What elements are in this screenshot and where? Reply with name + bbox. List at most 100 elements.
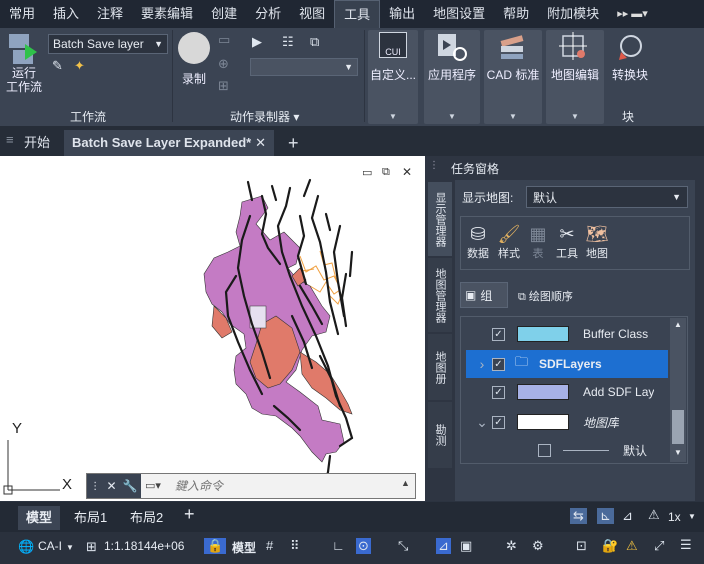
workspace-icon[interactable]: ⊡ [576,538,587,554]
layer-row[interactable]: ⌄ ✓ 地图库 [466,408,668,436]
chevron-down-icon[interactable]: ▼ [448,112,456,121]
command-history-icon[interactable]: ▭▾ [145,479,161,492]
drawing-canvas[interactable]: Y X ▭ ⧉ ✕ [0,156,425,501]
expand-toggle-icon[interactable]: ⌄ [472,414,492,431]
chevron-up-icon[interactable]: ▲ [674,320,682,329]
map-button[interactable]: 🗺 地图 [584,224,610,261]
chevron-down-icon[interactable]: ▼ [688,512,696,521]
menu-view[interactable]: 视图 [290,0,334,28]
osnap-tracking-icon[interactable]: ⤡ [398,538,408,554]
customize-button[interactable]: CUI 自定义... [368,32,418,83]
restore-icon[interactable]: ⧉ [382,166,390,179]
record-button[interactable]: 录制 [176,32,212,87]
show-map-select[interactable]: 默认 ▼ [526,186,688,208]
menu-home[interactable]: 常用 [0,0,44,28]
annotation-visibility-icon[interactable]: ⇆ [570,508,587,524]
menu-map-setup[interactable]: 地图设置 [424,0,494,28]
polar-icon[interactable]: ⊙ [356,538,371,554]
manager-icon[interactable]: ⧉ [310,34,319,50]
ortho-icon[interactable]: ∟ [332,538,345,553]
tab-layout1[interactable]: 布局1 [66,506,115,530]
layer-row[interactable]: 默认 [466,436,668,464]
gear-icon[interactable]: ⚙ [532,538,544,554]
customize-menu-icon[interactable]: ☰ [680,537,692,553]
tab-display-manager[interactable]: 显示管理器 [428,182,452,256]
chevron-up-icon[interactable]: ▲ [401,478,410,488]
layer-visibility-checkbox[interactable] [538,443,551,457]
map-edit-button[interactable]: 地图编辑 [546,32,604,83]
tab-map-explorer[interactable]: 地图管理器 [428,258,452,332]
object-snap-icon[interactable]: ⊿ [436,538,451,554]
cad-standards-button[interactable]: CAD 标准 [484,32,542,83]
menu-annotate[interactable]: 注释 [88,0,132,28]
data-button[interactable]: ⛁ 数据 [465,224,491,261]
warning-icon[interactable]: ⚠ [648,507,660,523]
lock-ui-icon[interactable]: 🔐 [602,538,618,554]
minimize-icon[interactable]: ▭ [362,166,372,179]
new-workflow-icon[interactable]: ✦ [74,58,85,74]
style-button[interactable]: 🖌 样式 [496,224,522,261]
expand-toggle-icon[interactable]: › [472,356,492,372]
menu-create[interactable]: 创建 [202,0,246,28]
tools-button[interactable]: ✂ 工具 [554,224,580,261]
menu-insert[interactable]: 插入 [44,0,88,28]
coordinate-system[interactable]: CA-I [38,539,62,553]
close-viewport-icon[interactable]: ✕ [402,165,412,179]
chevron-down-icon[interactable]: ▼ [389,112,397,121]
snap-icon[interactable]: ⠿ [290,538,300,554]
model-space-label[interactable]: 模型 [232,539,256,556]
menu-feature-edit[interactable]: 要素编辑 [132,0,202,28]
menu-overflow-button[interactable]: ▸▸ ▬▾ [608,0,648,28]
layer-row[interactable]: ✓ Buffer Class [466,320,668,348]
tab-model[interactable]: 模型 [18,506,61,530]
layer-row[interactable]: ✓ Add SDF Lay [466,378,668,406]
group-button[interactable]: ▣ 组 [460,282,508,308]
close-icon[interactable]: ✕ [255,130,266,156]
layer-visibility-checkbox[interactable]: ✓ [492,327,505,341]
lock-icon[interactable]: 🔒 [204,538,227,554]
menu-addins[interactable]: 附加模块 [538,0,608,28]
fullscreen-icon[interactable]: ⤢ [654,538,664,554]
command-input[interactable] [175,476,395,496]
close-icon[interactable]: ✕ [106,479,116,493]
chevron-down-icon[interactable]: ▼ [674,448,682,457]
play-icon[interactable]: ▶ [252,34,262,50]
layer-visibility-checkbox[interactable]: ✓ [492,415,505,429]
layer-tree-scrollbar[interactable]: ▲ ▼ [670,318,686,462]
draw-order-button[interactable]: ⧉ 绘图顺序 [518,288,573,304]
workflow-select[interactable]: Batch Save layer ▼ [48,34,168,54]
grip-icon[interactable]: ⋮ [90,481,100,492]
grip-icon[interactable]: ⋮ [429,160,439,171]
tab-survey[interactable]: 勘测 [428,402,452,468]
new-tab-button[interactable]: + [280,130,307,156]
action-recorder-group-label[interactable]: 动作录制器 ▾ [230,108,299,125]
applications-button[interactable]: 应用程序 [424,32,480,83]
layer-visibility-checkbox[interactable]: ✓ [492,357,505,371]
menu-help[interactable]: 帮助 [494,0,538,28]
selection-cycling-icon[interactable]: ▣ [460,538,472,554]
warning-icon[interactable]: ⚠ [626,538,638,554]
tab-layout2[interactable]: 布局2 [122,506,171,530]
annotation-scale-icon[interactable]: ⊿ [622,508,633,524]
preference-icon[interactable]: ☷ [282,34,294,50]
tab-start[interactable]: 开始 [16,130,58,156]
menu-analyze[interactable]: 分析 [246,0,290,28]
scale-value[interactable]: 1:1.18144e+06 [104,539,184,553]
menu-output[interactable]: 输出 [380,0,424,28]
tab-menu-icon[interactable]: ≡ [6,132,14,147]
convert-block-button[interactable]: 转换块 [608,32,652,83]
grid-icon[interactable]: # [266,538,273,553]
layer-row[interactable]: › ✓ 🗀 SDFLayers [466,350,668,378]
scrollbar-thumb[interactable] [672,410,684,444]
auto-scale-icon[interactable]: ⊾ [597,508,614,524]
annotation-scale-value[interactable]: 1x [668,510,681,524]
chevron-down-icon[interactable]: ▼ [66,543,74,552]
edit-workflow-icon[interactable]: ✎ [52,58,63,74]
tab-active-document[interactable]: Batch Save Layer Expanded* ✕ [64,130,274,156]
macro-select[interactable]: ▼ [250,58,358,76]
new-layout-button[interactable]: + [184,504,195,525]
run-workflow-button[interactable]: 运行 工作流 [4,32,44,94]
layer-visibility-checkbox[interactable]: ✓ [492,385,505,399]
gizmo-icon[interactable]: ✲ [506,538,517,554]
chevron-down-icon[interactable]: ▼ [509,112,517,121]
